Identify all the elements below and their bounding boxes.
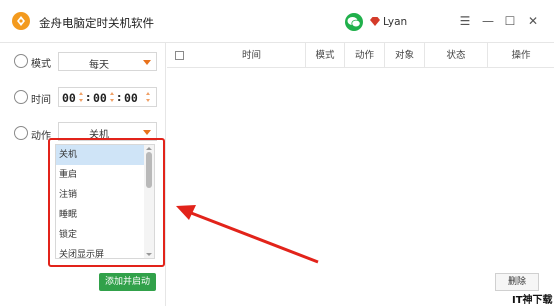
watermark: IT神下载网 — [512, 295, 553, 306]
app-window: 金舟电脑定时关机软件 Lyan ☰ — ☐ ✕ 模式 每天 时间 00 : 00… — [0, 0, 554, 306]
annotation-arrow — [176, 205, 319, 264]
